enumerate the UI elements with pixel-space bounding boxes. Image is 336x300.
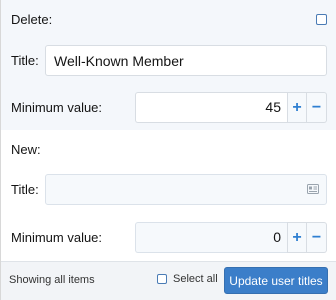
delete-section: Delete: Title: Well-Known Member Minimum…: [1, 0, 336, 130]
new-title-input[interactable]: [45, 174, 327, 205]
new-title-label: Title:: [11, 182, 39, 197]
new-section: New: Title: Minimum value: 0 + −: [1, 130, 336, 260]
user-title-editor: Delete: Title: Well-Known Member Minimum…: [0, 0, 336, 300]
new-min-decrement-button[interactable]: −: [307, 222, 327, 253]
update-user-titles-button[interactable]: Update user titles: [224, 267, 328, 294]
select-all-toggle[interactable]: Select all: [157, 273, 218, 285]
new-min-label: Minimum value:: [11, 230, 103, 245]
footer-bar: Showing all items Select all Update user…: [1, 261, 336, 300]
delete-min-increment-button[interactable]: +: [287, 92, 307, 123]
delete-min-decrement-button[interactable]: −: [307, 92, 327, 123]
delete-title-input[interactable]: Well-Known Member: [45, 45, 327, 76]
delete-checkbox-icon[interactable]: [316, 14, 327, 25]
delete-title-value: Well-Known Member: [54, 52, 184, 69]
delete-header: Delete:: [11, 12, 53, 27]
new-min-increment-button[interactable]: +: [287, 222, 307, 253]
delete-title-label: Title:: [11, 53, 39, 68]
status-text: Showing all items: [9, 274, 95, 286]
new-min-input[interactable]: 0: [135, 222, 287, 253]
new-header: New:: [11, 142, 41, 157]
select-all-label: Select all: [173, 273, 218, 285]
id-card-icon: [307, 184, 319, 194]
delete-min-input[interactable]: 45: [135, 92, 287, 123]
delete-min-label: Minimum value:: [11, 100, 103, 115]
select-all-checkbox-icon[interactable]: [157, 274, 167, 284]
